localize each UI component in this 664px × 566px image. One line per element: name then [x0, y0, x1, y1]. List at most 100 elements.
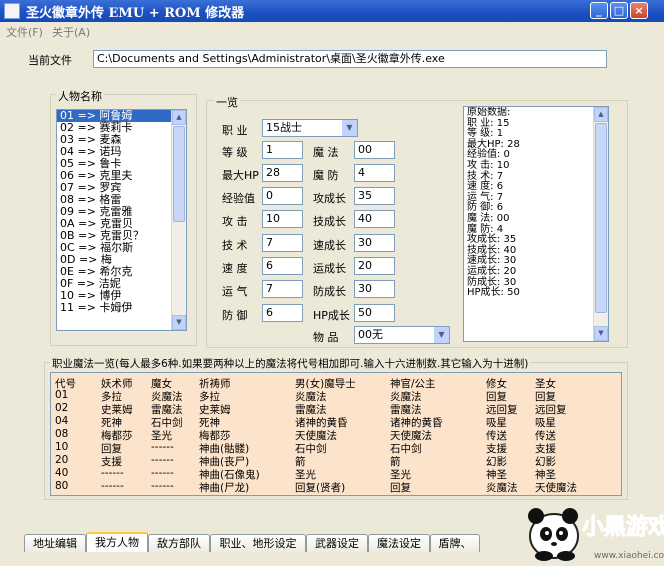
stat-exp-field[interactable]: 0	[262, 187, 303, 205]
magic-cell: 神曲(尸龙)	[199, 482, 250, 494]
app-icon	[4, 3, 20, 19]
stat-sklgrowth-field[interactable]: 40	[354, 210, 395, 228]
raw-line: HP成长: 50	[467, 287, 520, 299]
magic-legend: 职业魔法一览(每人最多6种.如果要两种以上的魔法将代号相加即可.输入十六进制数.…	[50, 356, 531, 371]
magic-row: 08 梅都莎 圣光 梅都莎 天使魔法 天使魔法 传送 传送	[51, 428, 621, 442]
raw-line: 原始数据:	[467, 107, 511, 118]
tab-address-edit[interactable]: 地址编辑	[24, 534, 86, 552]
magic-cell: 40	[55, 467, 69, 479]
magic-row: 01 多拉 炎魔法 多拉 炎魔法 炎魔法 回复 回复	[51, 389, 621, 403]
stat-label: 魔 防	[313, 169, 339, 182]
raw-line: 魔 法: 00	[467, 212, 510, 224]
menu-file[interactable]: 文件(F)	[6, 24, 43, 40]
class-select[interactable]: 15战士 ▼	[262, 119, 358, 137]
stat-hpgrowth-field[interactable]: 50	[354, 304, 395, 322]
menu-bar: 文件(F) 关于(A)	[0, 22, 664, 40]
raw-data-box[interactable]: 原始数据: 职 业: 15 等 级: 1 最大HP: 28 经验值: 0 攻 击…	[463, 106, 609, 342]
stat-label: 技成长	[313, 215, 346, 228]
magic-cell: ------	[101, 480, 124, 492]
title-bar[interactable]: 圣火徽章外传 EMU + ROM 修改器 _ □ ×	[0, 0, 664, 22]
raw-line: 职 业: 15	[467, 117, 510, 129]
stat-label: HP成长	[313, 309, 350, 322]
class-value: 15战士	[266, 121, 302, 134]
raw-line: 最大HP: 28	[467, 138, 520, 150]
scroll-down-icon[interactable]: ▼	[172, 315, 186, 330]
stat-label: 运成长	[313, 262, 346, 275]
minimize-button[interactable]: _	[590, 2, 608, 19]
stat-defense-field[interactable]: 6	[262, 304, 303, 322]
character-list[interactable]: 01 => 阿鲁姆 02 => 赛莉卡 03 => 麦森 04 => 诺玛 05…	[56, 109, 187, 331]
magic-row: 40 ------ ------ 神曲(石像鬼) 圣光 圣光 神圣 神圣	[51, 467, 621, 481]
scroll-down-icon[interactable]: ▼	[594, 326, 608, 341]
raw-line: 速 度: 6	[467, 181, 504, 193]
stat-label: 攻 击	[222, 215, 248, 228]
stat-label: 速成长	[313, 239, 346, 252]
raw-data-scrollbar[interactable]: ▲ ▼	[593, 107, 608, 341]
scroll-up-icon[interactable]: ▲	[594, 107, 608, 122]
stat-spdgrowth-field[interactable]: 30	[354, 234, 395, 252]
tab-weapons[interactable]: 武器设定	[306, 534, 368, 552]
watermark-logo: 小黑游戏 www.xiaohei.com	[514, 496, 664, 566]
magic-table[interactable]: 代号 妖术师 魔女 祈祷师 男(女)魔导士 神官/公主 修女 圣女 01 多拉 …	[50, 372, 622, 496]
chevron-down-icon[interactable]: ▼	[434, 327, 449, 343]
magic-cell: ------	[151, 480, 174, 492]
scroll-thumb[interactable]	[595, 123, 607, 313]
item-value: 00无	[358, 328, 383, 341]
stat-level-field[interactable]: 1	[262, 141, 303, 159]
magic-cell: 04	[55, 415, 69, 427]
item-label: 物 品	[313, 331, 339, 344]
tab-enemy-units[interactable]: 敌方部队	[148, 534, 210, 552]
scroll-thumb[interactable]	[173, 126, 185, 222]
magic-cell: 01	[55, 389, 69, 401]
panda-icon: 小黑游戏 www.xiaohei.com	[528, 508, 664, 561]
stat-atkgrowth-field[interactable]: 35	[354, 187, 395, 205]
raw-line: 技 术: 7	[467, 170, 504, 182]
item-select[interactable]: 00无 ▼	[354, 326, 450, 344]
magic-row: 02 史莱姆 雷魔法 史莱姆 雷魔法 雷魔法 远回复 远回复	[51, 402, 621, 416]
class-label: 职 业	[222, 124, 248, 137]
stat-label: 防 御	[222, 309, 248, 322]
magic-cell: 炎魔法	[486, 482, 518, 494]
magic-cell: 80	[55, 480, 69, 492]
stat-label: 魔 法	[313, 146, 339, 159]
stat-label: 运 气	[222, 285, 248, 298]
stat-speed-field[interactable]: 6	[262, 257, 303, 275]
maximize-button[interactable]: □	[610, 2, 628, 19]
stat-luck-field[interactable]: 7	[262, 280, 303, 298]
stat-maxhp-field[interactable]: 28	[262, 164, 303, 182]
raw-line: 运 气: 7	[467, 191, 504, 203]
list-item[interactable]: 11 => 卡姆伊	[57, 302, 186, 314]
scroll-up-icon[interactable]: ▲	[172, 110, 186, 125]
menu-about[interactable]: 关于(A)	[52, 24, 90, 40]
tab-our-characters[interactable]: 我方人物	[86, 532, 148, 552]
raw-line: 运成长: 20	[467, 265, 517, 277]
raw-line: 等 级: 1	[467, 128, 504, 140]
magic-row: 10 回复 ------ 神曲(骷髅) 石中剑 石中剑 支援 支援	[51, 441, 621, 455]
tab-shields[interactable]: 盾牌、	[430, 534, 480, 552]
raw-line: 经验值: 0	[467, 149, 510, 161]
stat-label: 攻成长	[313, 192, 346, 205]
app-window: 圣火徽章外传 EMU + ROM 修改器 _ □ × 文件(F) 关于(A) 当…	[0, 0, 664, 566]
stat-magic-field[interactable]: 00	[354, 141, 395, 159]
close-button[interactable]: ×	[630, 2, 648, 19]
magic-row: 80 ------ ------ 神曲(尸龙) 回复(贤者) 回复 炎魔法 天使…	[51, 480, 621, 494]
raw-line: 防 御: 6	[467, 202, 504, 214]
characters-legend: 人物名称	[56, 88, 104, 104]
magic-cell: 08	[55, 428, 69, 440]
magic-cell: 天使魔法	[535, 482, 577, 494]
stat-magicdef-field[interactable]: 4	[354, 164, 395, 182]
stat-defgrowth-field[interactable]: 30	[354, 280, 395, 298]
tab-magic[interactable]: 魔法设定	[368, 534, 430, 552]
stat-lckgrowth-field[interactable]: 20	[354, 257, 395, 275]
current-file-field[interactable]: C:\Documents and Settings\Administrator\…	[93, 50, 607, 68]
stat-skill-field[interactable]: 7	[262, 234, 303, 252]
stat-attack-field[interactable]: 10	[262, 210, 303, 228]
tab-class-terrain[interactable]: 职业、地形设定	[210, 534, 306, 552]
magic-cell: ------	[101, 467, 124, 479]
magic-cell: ------	[151, 441, 174, 453]
chevron-down-icon[interactable]: ▼	[342, 120, 357, 136]
character-list-scrollbar[interactable]: ▲ ▼	[171, 110, 186, 330]
raw-line: 攻 击: 10	[467, 159, 510, 171]
window-title: 圣火徽章外传 EMU + ROM 修改器	[26, 6, 245, 21]
magic-cell: 02	[55, 402, 69, 414]
